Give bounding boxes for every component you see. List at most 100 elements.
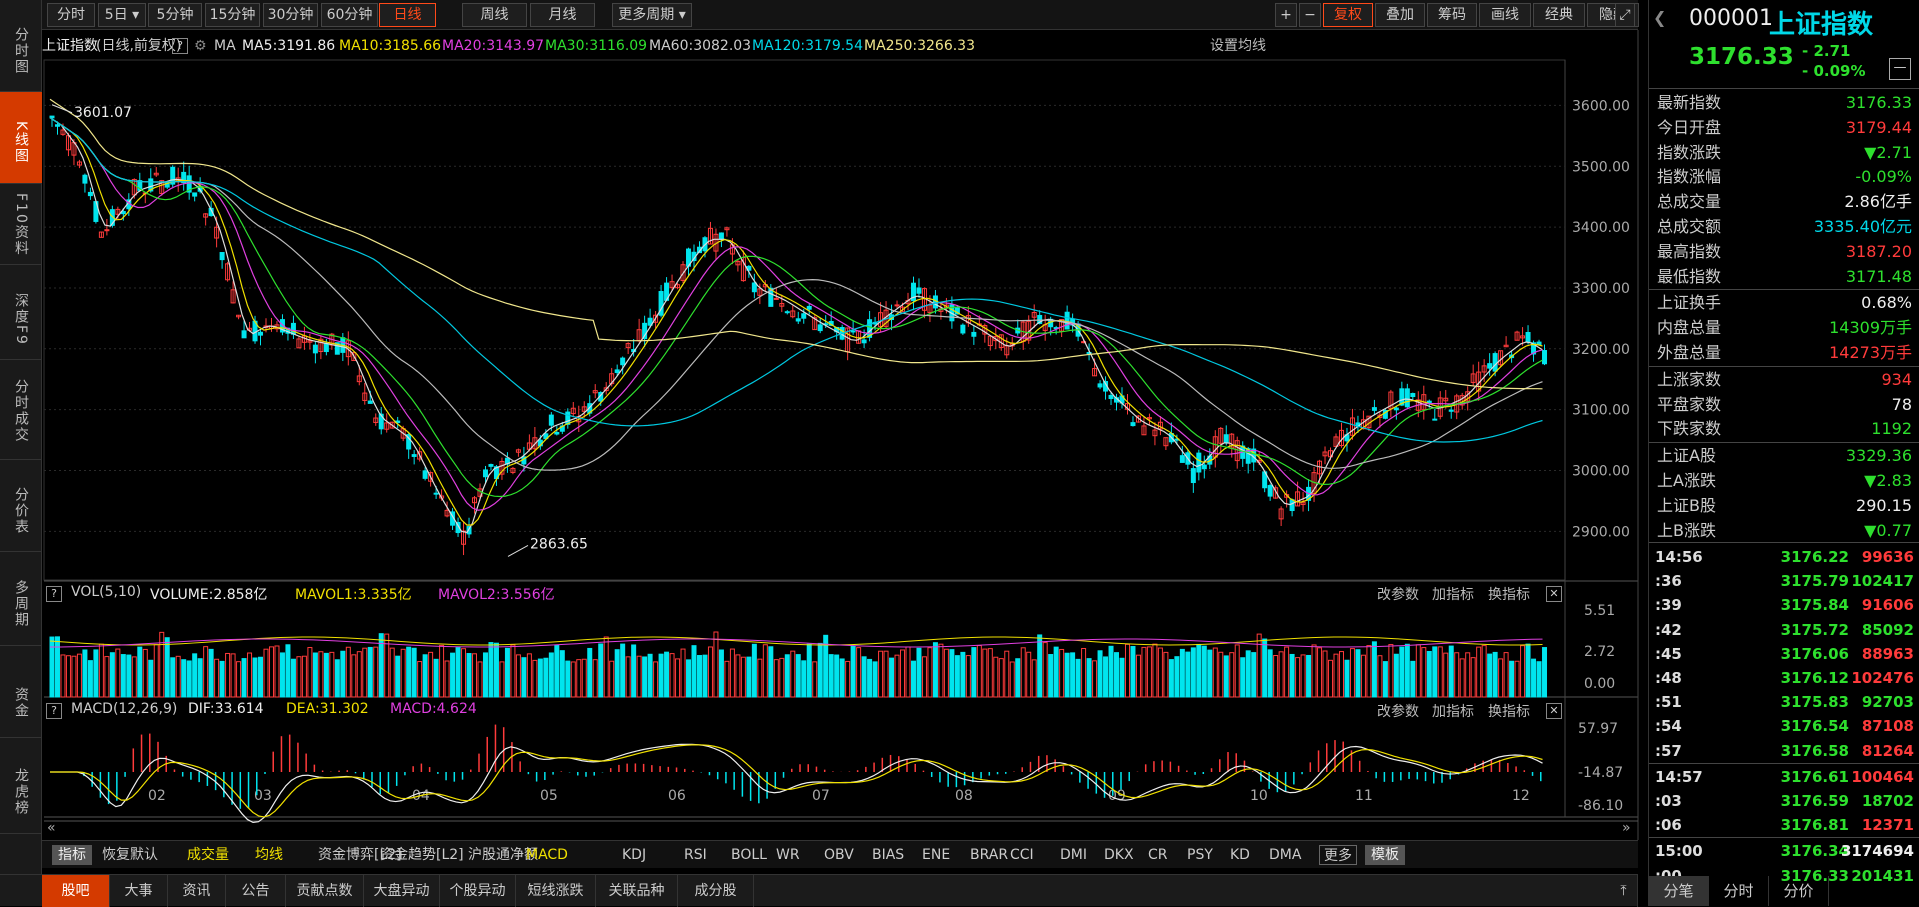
right-tab-2[interactable]: 分价 (1769, 876, 1829, 906)
volume-bar (598, 643, 604, 698)
indicator-tab-1[interactable]: 恢复默认 (102, 845, 158, 865)
indicator-tab-11[interactable]: WR (776, 845, 800, 865)
indicator-tab-9[interactable]: RSI (684, 845, 707, 865)
indicator-tab-17[interactable]: DMI (1060, 845, 1087, 865)
indicator-tab-8[interactable]: KDJ (622, 845, 646, 865)
indicator-tab-5[interactable]: 资金趋势[L2] (380, 845, 464, 865)
indicator-tab-19[interactable]: CR (1148, 845, 1168, 865)
bottom-tab-1[interactable]: 大事 (110, 875, 168, 907)
vol-params-button[interactable]: 改参数 (1377, 584, 1419, 604)
indicator-tab-0[interactable]: 指标 (52, 845, 92, 865)
volume-bar (1393, 653, 1399, 698)
right-tab-1[interactable]: 分时 (1709, 876, 1769, 906)
bottom-tab-6[interactable]: 个股异动 (440, 875, 516, 907)
indicator-tab-10[interactable]: BOLL (731, 845, 767, 865)
volume-bar (675, 658, 681, 698)
stat-value: 3176.33 (1845, 93, 1912, 112)
volume-bar (373, 646, 379, 698)
indicator-tab-3[interactable]: 均线 (255, 845, 283, 865)
expand-panel-icon[interactable]: ⤒ (1610, 875, 1638, 907)
indicator-tab-18[interactable]: DKX (1104, 845, 1134, 865)
macd-close-icon[interactable]: ✕ (1546, 703, 1562, 719)
bottom-tab-2[interactable]: 资讯 (168, 875, 226, 907)
bottom-tab-4[interactable]: 贡献点数 (286, 875, 364, 907)
volume-bar (318, 651, 324, 698)
volume-bar (164, 637, 170, 698)
volume-bar (1042, 642, 1048, 698)
right-tab-0[interactable]: 分笔 (1649, 876, 1709, 906)
vol-close-icon[interactable]: ✕ (1546, 586, 1562, 602)
candle-body (960, 324, 966, 334)
candle-body (806, 305, 812, 310)
candle-body (1410, 393, 1416, 398)
collapse-icon[interactable]: — (1889, 58, 1911, 80)
vol-add-indicator-button[interactable]: 加指标 (1432, 584, 1474, 604)
volume-bar (1465, 652, 1471, 698)
vol-swap-indicator-button[interactable]: 换指标 (1488, 584, 1530, 604)
bottom-tab-9[interactable]: 成分股 (678, 875, 754, 907)
indicator-tab-12[interactable]: OBV (824, 845, 854, 865)
bottom-tab-5[interactable]: 大盘异动 (364, 875, 440, 907)
candle-body (1064, 311, 1070, 330)
macd-swap-indicator-button[interactable]: 换指标 (1488, 701, 1530, 721)
vol-axis-label: 0.00 (1584, 676, 1615, 692)
macd-add-indicator-button[interactable]: 加指标 (1432, 701, 1474, 721)
indicator-tab-7[interactable]: MACD (526, 845, 568, 865)
macd-params-button[interactable]: 改参数 (1377, 701, 1419, 721)
candle-body (1190, 468, 1196, 484)
stat-row: 上B涨跌 ▼0.77 (1649, 518, 1919, 543)
indicator-tab-20[interactable]: PSY (1187, 845, 1213, 865)
stat-row: 上涨家数 934 (1649, 367, 1919, 392)
tick-volume: 87108 (1861, 717, 1914, 736)
volume-bar (120, 654, 126, 698)
stat-row: 总成交量 2.86亿手 (1649, 189, 1919, 214)
macd-value: MACD:4.624 (390, 701, 477, 717)
high-annotation: 3601.07 (74, 105, 132, 121)
tick-row: 15:00 3176.34 3174694 (1649, 839, 1919, 863)
indicator-tab-22[interactable]: DMA (1269, 845, 1301, 865)
volume-bar (236, 661, 242, 698)
volume-bar (444, 660, 450, 698)
volume-bar (422, 654, 428, 698)
vol-help-icon[interactable]: ? (46, 586, 62, 602)
macd-dea: DEA:31.302 (286, 701, 369, 717)
volume-bar (1492, 651, 1498, 698)
volume-bar (1317, 647, 1323, 698)
candle-body (1426, 400, 1432, 404)
macd-axis-label: 57.97 (1578, 721, 1618, 737)
indicator-tab-13[interactable]: BIAS (872, 845, 904, 865)
indicator-tab-21[interactable]: KD (1230, 845, 1250, 865)
volume-bar (817, 642, 823, 698)
tick-time: 15:00 (1655, 842, 1703, 861)
indicator-tab-14[interactable]: ENE (922, 845, 950, 865)
candle-body (784, 311, 790, 314)
price-axis-label: 2900.00 (1572, 524, 1630, 540)
volume-bar (1531, 658, 1537, 698)
ma5-line (49, 117, 1543, 534)
back-arrow-icon[interactable]: ❮ (1653, 8, 1666, 27)
indicator-tab-15[interactable]: BRAR (970, 845, 1008, 865)
scroll-left-icon[interactable]: « (47, 820, 56, 836)
stock-name: 上证指数 (1769, 10, 1874, 40)
candle-body (861, 339, 867, 344)
bottom-tab-3[interactable]: 公告 (226, 875, 286, 907)
tick-time: :45 (1655, 644, 1682, 663)
bottom-tab-7[interactable]: 短线涨跌 (516, 875, 596, 907)
bottom-tab-8[interactable]: 关联品种 (596, 875, 678, 907)
candle-body (411, 454, 417, 457)
stat-value: 3171.48 (1845, 266, 1912, 286)
tick-row: :48 3176.12 102476 (1649, 666, 1919, 690)
candle-body (1487, 363, 1493, 369)
stat-row: 外盘总量 14273万手 (1649, 340, 1919, 365)
volume-bar (828, 654, 834, 698)
candle-body (258, 331, 264, 336)
macd-help-icon[interactable]: ? (46, 703, 62, 719)
bottom-tab-0[interactable]: 股吧 (42, 875, 110, 907)
scroll-right-icon[interactable]: » (1622, 820, 1631, 836)
indicator-tab-23[interactable]: 更多 (1319, 845, 1357, 865)
candle-body (488, 464, 494, 467)
indicator-tab-24[interactable]: 模板 (1365, 845, 1405, 865)
indicator-tab-16[interactable]: CCI (1010, 845, 1034, 865)
indicator-tab-2[interactable]: 成交量 (187, 845, 229, 865)
tick-time: :03 (1655, 792, 1682, 810)
